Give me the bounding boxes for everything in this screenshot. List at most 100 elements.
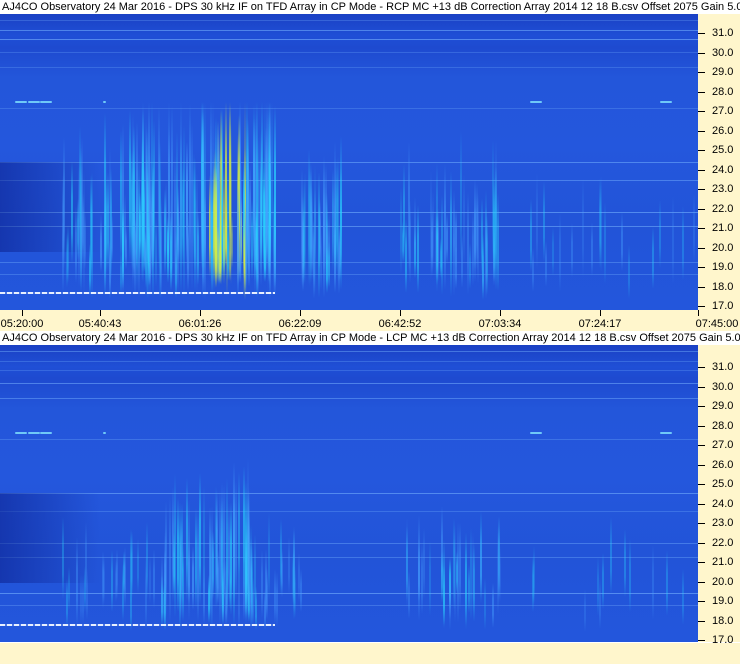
burst-streak	[681, 205, 684, 281]
freq-tick-mark	[698, 169, 705, 171]
freq-tick-label: 24.0	[712, 163, 734, 176]
freq-tick-mark	[698, 386, 705, 388]
lcp-spectrogram[interactable]	[0, 343, 698, 642]
burst-streak	[610, 517, 613, 594]
burst-streak	[483, 578, 486, 631]
freq-tick-mark	[698, 523, 705, 524]
burst-streak	[276, 571, 279, 627]
burst-streak	[71, 161, 74, 265]
freq-tick-label: 29.0	[712, 400, 734, 412]
burst-streak	[251, 198, 254, 279]
burst-streak	[171, 487, 174, 604]
burst-streak	[600, 176, 603, 273]
burst-streak	[139, 191, 142, 262]
time-tick-label: 06:22:09	[278, 318, 322, 330]
burst-streak	[263, 185, 266, 274]
time-tick-mark	[300, 310, 301, 316]
burst-streak	[318, 172, 321, 299]
freq-tick-label: 31.0	[712, 361, 734, 373]
interference-line	[0, 20, 698, 21]
signal-dot	[28, 101, 40, 103]
burst-streak	[143, 230, 146, 272]
burst-streak	[83, 211, 86, 270]
burst-streak	[110, 549, 113, 612]
freq-tick-label: 25.0	[712, 478, 734, 490]
burst-streak	[602, 553, 605, 610]
time-tick-mark	[500, 310, 501, 316]
signal-dot	[103, 101, 106, 103]
interference-line	[0, 439, 698, 440]
burst-streak	[68, 566, 71, 610]
freq-tick-label: 26.0	[712, 124, 734, 137]
interference-line	[0, 30, 698, 31]
burst-streak	[257, 136, 260, 284]
freq-tick-label: 30.0	[712, 380, 734, 393]
burst-streak	[496, 193, 499, 291]
freq-tick-label: 20.0	[712, 575, 734, 588]
burst-streak	[124, 226, 127, 270]
lcp-panel: AJ4CO Observatory 24 Mar 2016 - DPS 30 k…	[0, 331, 740, 664]
burst-streak	[124, 547, 127, 607]
signal-dot	[530, 101, 542, 103]
freq-tick-mark	[698, 503, 705, 505]
burst-streak	[671, 195, 674, 284]
burst-streak	[443, 540, 446, 630]
burst-streak	[403, 164, 406, 264]
freq-tick-label: 25.0	[712, 144, 734, 156]
burst-streak	[440, 550, 443, 604]
burst-streak	[629, 539, 632, 613]
burst-streak	[471, 531, 474, 614]
burst-streak	[272, 216, 275, 296]
burst-streak	[531, 248, 534, 293]
interference-line	[0, 605, 698, 606]
carrier-line	[0, 292, 275, 294]
signal-dot	[660, 432, 672, 434]
time-tick-mark	[400, 310, 401, 316]
burst-streak	[287, 537, 290, 594]
freq-tick-label: 27.0	[712, 439, 734, 451]
burst-streak	[620, 212, 623, 271]
signal-dot	[40, 101, 52, 103]
signal-dot	[530, 432, 542, 434]
burst-streak	[334, 159, 337, 274]
burst-streak	[216, 226, 219, 271]
burst-streak	[182, 542, 185, 622]
freq-tick-label: 23.0	[712, 517, 734, 529]
burst-streak	[413, 197, 416, 265]
freq-tick-mark	[698, 247, 705, 249]
burst-streak	[199, 473, 202, 606]
time-tick-label: 07:24:17	[578, 318, 622, 330]
burst-streak	[247, 146, 250, 272]
burst-streak	[552, 227, 555, 276]
rcp-spectrogram[interactable]	[0, 12, 698, 310]
freq-tick-label: 22.0	[712, 536, 734, 549]
signal-dot	[40, 432, 52, 434]
burst-streak	[82, 575, 85, 626]
burst-streak	[603, 202, 606, 285]
burst-streak	[320, 229, 323, 291]
freq-tick-mark	[698, 111, 705, 112]
freq-tick-mark	[698, 91, 705, 93]
burst-streak	[74, 206, 77, 283]
burst-streak	[225, 478, 228, 612]
burst-streak	[114, 560, 117, 602]
burst-streak	[536, 173, 539, 270]
interference-line	[0, 593, 698, 594]
burst-streak	[494, 166, 497, 290]
burst-streak	[120, 129, 123, 265]
burst-streak	[250, 544, 253, 626]
burst-streak	[627, 245, 630, 300]
burst-streak	[423, 528, 426, 599]
burst-streak	[214, 485, 217, 610]
burst-streak	[121, 208, 124, 289]
freq-tick-mark	[698, 52, 705, 54]
burst-streak	[221, 497, 224, 624]
burst-streak	[434, 210, 437, 280]
burst-streak	[236, 181, 239, 297]
time-tick-label: 07:45:00	[695, 318, 739, 330]
freq-tick-label: 29.0	[712, 66, 734, 78]
burst-streak	[462, 173, 465, 267]
freq-tick-mark	[698, 484, 705, 485]
burst-streak	[135, 180, 138, 291]
signal-dot	[15, 432, 27, 434]
